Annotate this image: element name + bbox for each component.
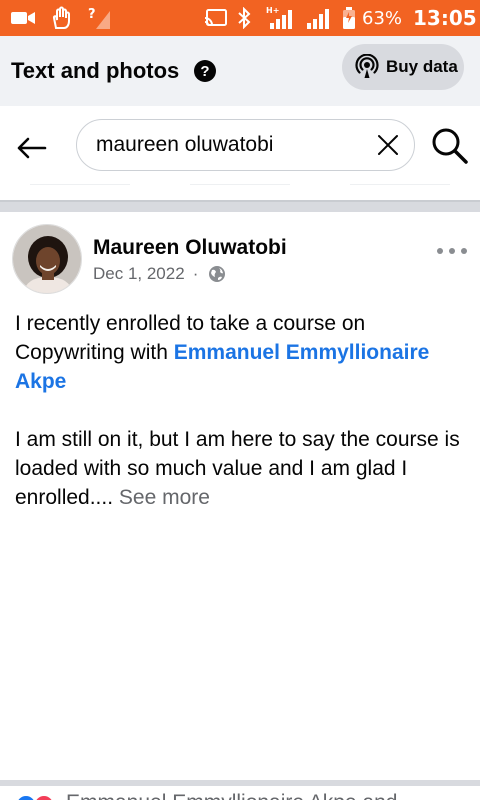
hand-icon — [50, 0, 72, 36]
reaction-names: Emmanuel Emmyllionaire Akpe and — [66, 791, 398, 800]
post-meta: Dec 1, 2022 · — [93, 264, 226, 284]
signal-icon — [306, 0, 332, 36]
filter-tab-underlines — [0, 184, 480, 186]
cast-icon — [204, 0, 228, 36]
buy-data-button[interactable]: Buy data — [342, 44, 464, 90]
status-bar: ? H+ 63% 13:05 — [0, 0, 480, 36]
avatar[interactable] — [12, 224, 82, 294]
header: Text and photos ? Buy data — [0, 36, 480, 106]
svg-text:H+: H+ — [266, 6, 279, 15]
battery-percentage: 63% — [362, 7, 403, 29]
hplus-signal-icon: H+ — [266, 0, 296, 36]
page-title: Text and photos — [11, 58, 180, 83]
back-arrow-icon — [17, 137, 47, 159]
section-divider — [0, 200, 480, 212]
svg-text:?: ? — [88, 7, 96, 22]
search-icon — [432, 128, 468, 164]
meta-separator: · — [192, 264, 199, 283]
clear-search-button[interactable] — [376, 133, 400, 157]
search-button[interactable] — [430, 126, 470, 166]
video-camera-icon — [10, 0, 36, 36]
see-more-link[interactable]: See more — [113, 486, 210, 509]
love-reaction-icon — [33, 794, 55, 800]
post-author[interactable]: Maureen Oluwatobi — [93, 236, 287, 260]
no-signal-icon: ? — [88, 0, 112, 36]
globe-icon — [209, 266, 226, 282]
more-options-button[interactable] — [437, 242, 467, 260]
post-card: Maureen Oluwatobi Dec 1, 2022 · I recent… — [0, 212, 480, 782]
search-bar — [0, 106, 480, 200]
broadcast-icon — [355, 54, 379, 78]
help-icon[interactable]: ? — [194, 60, 216, 82]
post-text-body: I am still on it, but I am here to say t… — [15, 428, 460, 509]
post-date[interactable]: Dec 1, 2022 — [93, 264, 185, 284]
close-icon — [378, 135, 398, 155]
back-button[interactable] — [14, 130, 50, 166]
screen: ? H+ 63% 13:05 Text and photos ? Buy dat… — [0, 0, 480, 800]
post-text: I recently enrolled to take a course on … — [15, 309, 470, 512]
search-input[interactable] — [96, 120, 366, 169]
search-field — [76, 119, 415, 171]
clock: 13:05 — [413, 6, 477, 30]
battery-icon — [342, 0, 356, 36]
buy-data-label: Buy data — [386, 57, 458, 76]
bluetooth-icon — [236, 0, 252, 36]
reactions-row[interactable]: Emmanuel Emmyllionaire Akpe and — [0, 786, 480, 800]
